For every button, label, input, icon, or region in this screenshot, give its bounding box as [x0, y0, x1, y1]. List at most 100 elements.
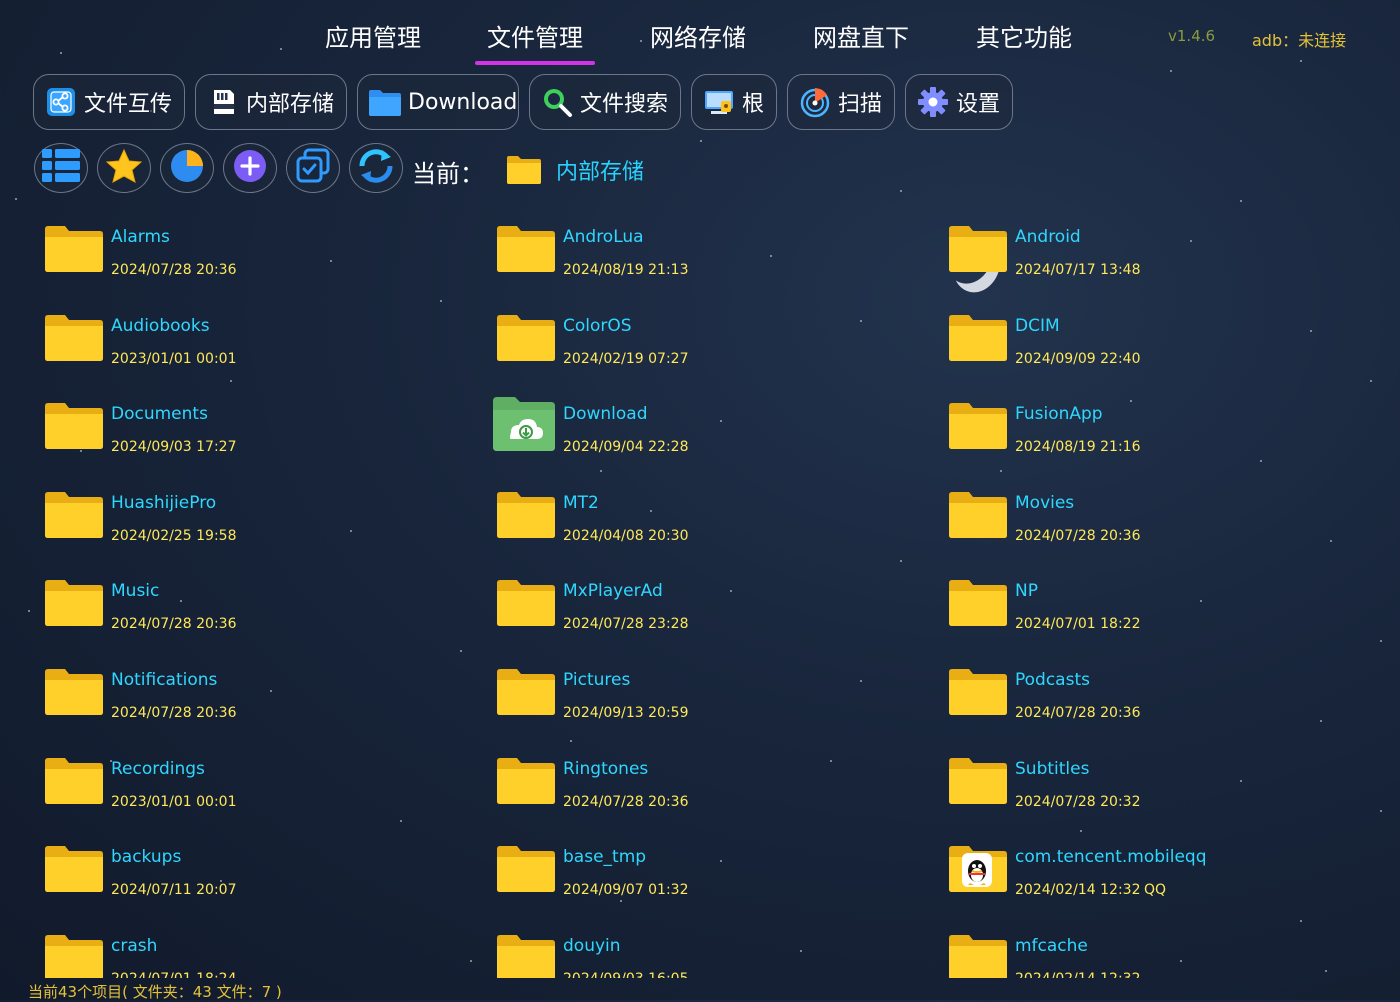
file-list-item[interactable]: Documents 2024/09/03 17:27: [44, 382, 444, 462]
file-name: Audiobooks: [111, 316, 210, 336]
folder-icon: [948, 757, 1008, 805]
folder-icon: [496, 668, 556, 716]
file-list-item[interactable]: Ringtones 2024/07/28 20:36: [496, 737, 896, 817]
file-list-item[interactable]: DCIM 2024/09/09 22:40: [948, 294, 1348, 374]
file-name: base_tmp: [563, 847, 647, 867]
folder-icon: [948, 668, 1008, 716]
download-shortcut-button[interactable]: Download: [357, 74, 519, 130]
folder-icon: [44, 757, 104, 805]
file-date: 2024/07/28 20:36: [111, 262, 237, 278]
file-name: douyin: [563, 936, 621, 956]
file-search-label: 文件搜索: [580, 92, 669, 117]
folder-icon: [948, 579, 1008, 627]
file-list-item[interactable]: MxPlayerAd 2024/07/28 23:28: [496, 559, 896, 639]
add-icon: [233, 149, 267, 187]
folder-icon: [506, 155, 542, 189]
file-list-item[interactable]: backups 2024/07/11 20:07: [44, 825, 444, 905]
file-search-button[interactable]: 文件搜索: [529, 74, 681, 130]
file-date: 2024/07/28 20:36: [1015, 705, 1141, 721]
file-date: 2024/09/07 01:32: [563, 882, 689, 898]
root-label: 根: [742, 92, 765, 117]
tab-other-functions[interactable]: 其它功能: [976, 18, 1072, 53]
internal-storage-button[interactable]: 内部存储: [195, 74, 347, 130]
file-list-item[interactable]: HuashijiePro 2024/02/25 19:58: [44, 471, 444, 551]
folder-icon: [44, 845, 104, 893]
file-date: 2024/07/17 13:48: [1015, 262, 1141, 278]
file-name: MxPlayerAd: [563, 581, 663, 601]
add-button[interactable]: [223, 143, 277, 193]
file-list-item[interactable]: Pictures 2024/09/13 20:59: [496, 648, 896, 728]
file-list-item[interactable]: mfcache 2024/02/14 12:32: [948, 914, 1348, 978]
file-name: Podcasts: [1015, 670, 1090, 690]
file-date: 2024/09/09 22:40: [1015, 351, 1141, 367]
file-date: 2024/09/04 22:28: [563, 439, 689, 455]
current-path-label: 当前：: [412, 160, 484, 188]
storage-usage-button[interactable]: [160, 143, 214, 193]
scan-button[interactable]: 扫描: [787, 74, 895, 130]
file-list-item[interactable]: Podcasts 2024/07/28 20:36: [948, 648, 1348, 728]
folder-icon: [368, 85, 402, 119]
file-name: Subtitles: [1015, 759, 1090, 779]
download-folder-icon: [491, 395, 555, 451]
file-name: Pictures: [563, 670, 631, 690]
file-name: AndroLua: [563, 227, 644, 247]
folder-icon: [44, 668, 104, 716]
tab-cloud-download[interactable]: 网盘直下: [813, 18, 909, 53]
file-date: 2024/07/28 23:28: [563, 616, 689, 632]
file-list-item[interactable]: ColorOS 2024/02/19 07:27: [496, 294, 896, 374]
share-icon: [44, 85, 78, 119]
file-date: 2024/07/11 20:07: [111, 882, 237, 898]
adb-status[interactable]: adb：未连接: [1252, 27, 1346, 51]
file-list-item[interactable]: Android 2024/07/17 13:48: [948, 205, 1348, 285]
multi-select-button[interactable]: [286, 143, 340, 193]
file-date: 2024/07/28 20:36: [563, 794, 689, 810]
file-list-item[interactable]: Subtitles 2024/07/28 20:32: [948, 737, 1348, 817]
file-date: 2024/02/14 12:32: [1015, 882, 1141, 898]
folder-icon: [496, 491, 556, 539]
file-date: 2024/09/13 20:59: [563, 705, 689, 721]
file-name: Movies: [1015, 493, 1075, 513]
file-list-item[interactable]: Music 2024/07/28 20:36: [44, 559, 444, 639]
file-name: ColorOS: [563, 316, 632, 336]
file-date: 2024/09/03 16:05: [563, 971, 689, 978]
file-name: Android: [1015, 227, 1081, 247]
file-list-item[interactable]: Audiobooks 2023/01/01 00:01: [44, 294, 444, 374]
file-date: 2023/01/01 00:01: [111, 794, 237, 810]
list-view-button[interactable]: [34, 143, 88, 193]
scan-label: 扫描: [838, 92, 883, 117]
file-list-item[interactable]: Movies 2024/07/28 20:36: [948, 471, 1348, 551]
current-path[interactable]: 内部存储: [556, 154, 644, 186]
refresh-button[interactable]: [349, 143, 403, 193]
file-list-item[interactable]: Recordings 2023/01/01 00:01: [44, 737, 444, 817]
file-name: Alarms: [111, 227, 170, 247]
file-date: 2024/09/03 17:27: [111, 439, 237, 455]
folder-icon: [44, 314, 104, 362]
file-list-item[interactable]: Download 2024/09/04 22:28: [493, 382, 896, 462]
tab-file-management[interactable]: 文件管理: [475, 18, 595, 65]
settings-button[interactable]: 设置: [905, 74, 1013, 130]
file-grid: Alarms 2024/07/28 20:36 AndroLua 2024/08/19…: [0, 205, 1400, 978]
file-list-item[interactable]: douyin 2024/09/03 16:05: [496, 914, 896, 978]
tab-app-management[interactable]: 应用管理: [325, 18, 421, 53]
download-shortcut-label: Download: [408, 89, 518, 115]
file-list-item[interactable]: NP 2024/07/01 18:22: [948, 559, 1348, 639]
root-button[interactable]: 根: [691, 74, 777, 130]
file-list-item[interactable]: base_tmp 2024/09/07 01:32: [496, 825, 896, 905]
file-transfer-button[interactable]: 文件互传: [33, 74, 185, 130]
file-list-item[interactable]: crash 2024/07/01 18:24: [44, 914, 444, 978]
folder-icon: [44, 579, 104, 627]
qq-app-icon: [948, 845, 1008, 893]
file-list-item[interactable]: com.tencent.mobileqq 2024/02/14 12:32 QQ: [948, 825, 1348, 905]
file-name: Documents: [111, 404, 208, 424]
star-icon: [105, 148, 143, 188]
file-list-item[interactable]: Alarms 2024/07/28 20:36: [44, 205, 444, 285]
file-list-item[interactable]: MT2 2024/04/08 20:30: [496, 471, 896, 551]
file-list-item[interactable]: AndroLua 2024/08/19 21:13: [496, 205, 896, 285]
file-list-item[interactable]: FusionApp 2024/08/19 21:16: [948, 382, 1348, 462]
file-list-item[interactable]: Notifications 2024/07/28 20:36: [44, 648, 444, 728]
folder-icon: [44, 402, 104, 450]
favorites-button[interactable]: [97, 143, 151, 193]
folder-icon: [496, 579, 556, 627]
file-name: FusionApp: [1015, 404, 1103, 424]
tab-network-storage[interactable]: 网络存储: [650, 18, 746, 53]
